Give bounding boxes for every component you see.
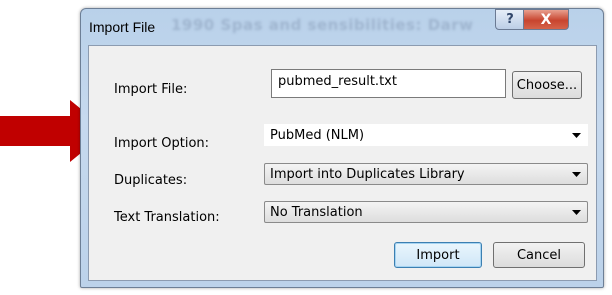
help-icon: ? [506, 12, 514, 27]
chevron-down-icon [572, 210, 581, 215]
close-icon: X [540, 11, 552, 28]
choose-button-label: Choose... [516, 77, 578, 93]
import-button[interactable]: Import [394, 242, 482, 268]
help-button[interactable]: ? [495, 9, 525, 30]
chevron-down-icon [572, 133, 581, 138]
text-translation-label: Text Translation: [114, 210, 220, 225]
import-option-value: PubMed (NLM) [270, 127, 365, 143]
duplicates-label: Duplicates: [114, 173, 188, 188]
duplicates-select[interactable]: Import into Duplicates Library [264, 163, 588, 185]
cancel-button[interactable]: Cancel [493, 242, 585, 268]
choose-button[interactable]: Choose... [512, 71, 582, 99]
background-window-title: 1990 Spas and sensibilities: Darw [171, 16, 474, 34]
text-translation-select[interactable]: No Translation [264, 201, 588, 223]
import-option-select[interactable]: PubMed (NLM) [264, 124, 588, 146]
dialog-title: Import File [89, 19, 156, 35]
close-button[interactable]: X [523, 9, 569, 30]
import-option-label: Import Option: [114, 136, 210, 151]
import-file-dialog: 1990 Spas and sensibilities: Darw Import… [80, 8, 604, 288]
duplicates-value: Import into Duplicates Library [270, 166, 465, 182]
cancel-button-label: Cancel [516, 247, 562, 263]
chevron-down-icon [572, 172, 581, 177]
text-translation-value: No Translation [270, 204, 363, 220]
import-button-label: Import [416, 247, 460, 263]
dialog-body: Import File: pubmed_result.txt Choose...… [88, 45, 597, 281]
import-file-label: Import File: [114, 82, 188, 97]
import-file-field[interactable]: pubmed_result.txt [271, 69, 506, 98]
